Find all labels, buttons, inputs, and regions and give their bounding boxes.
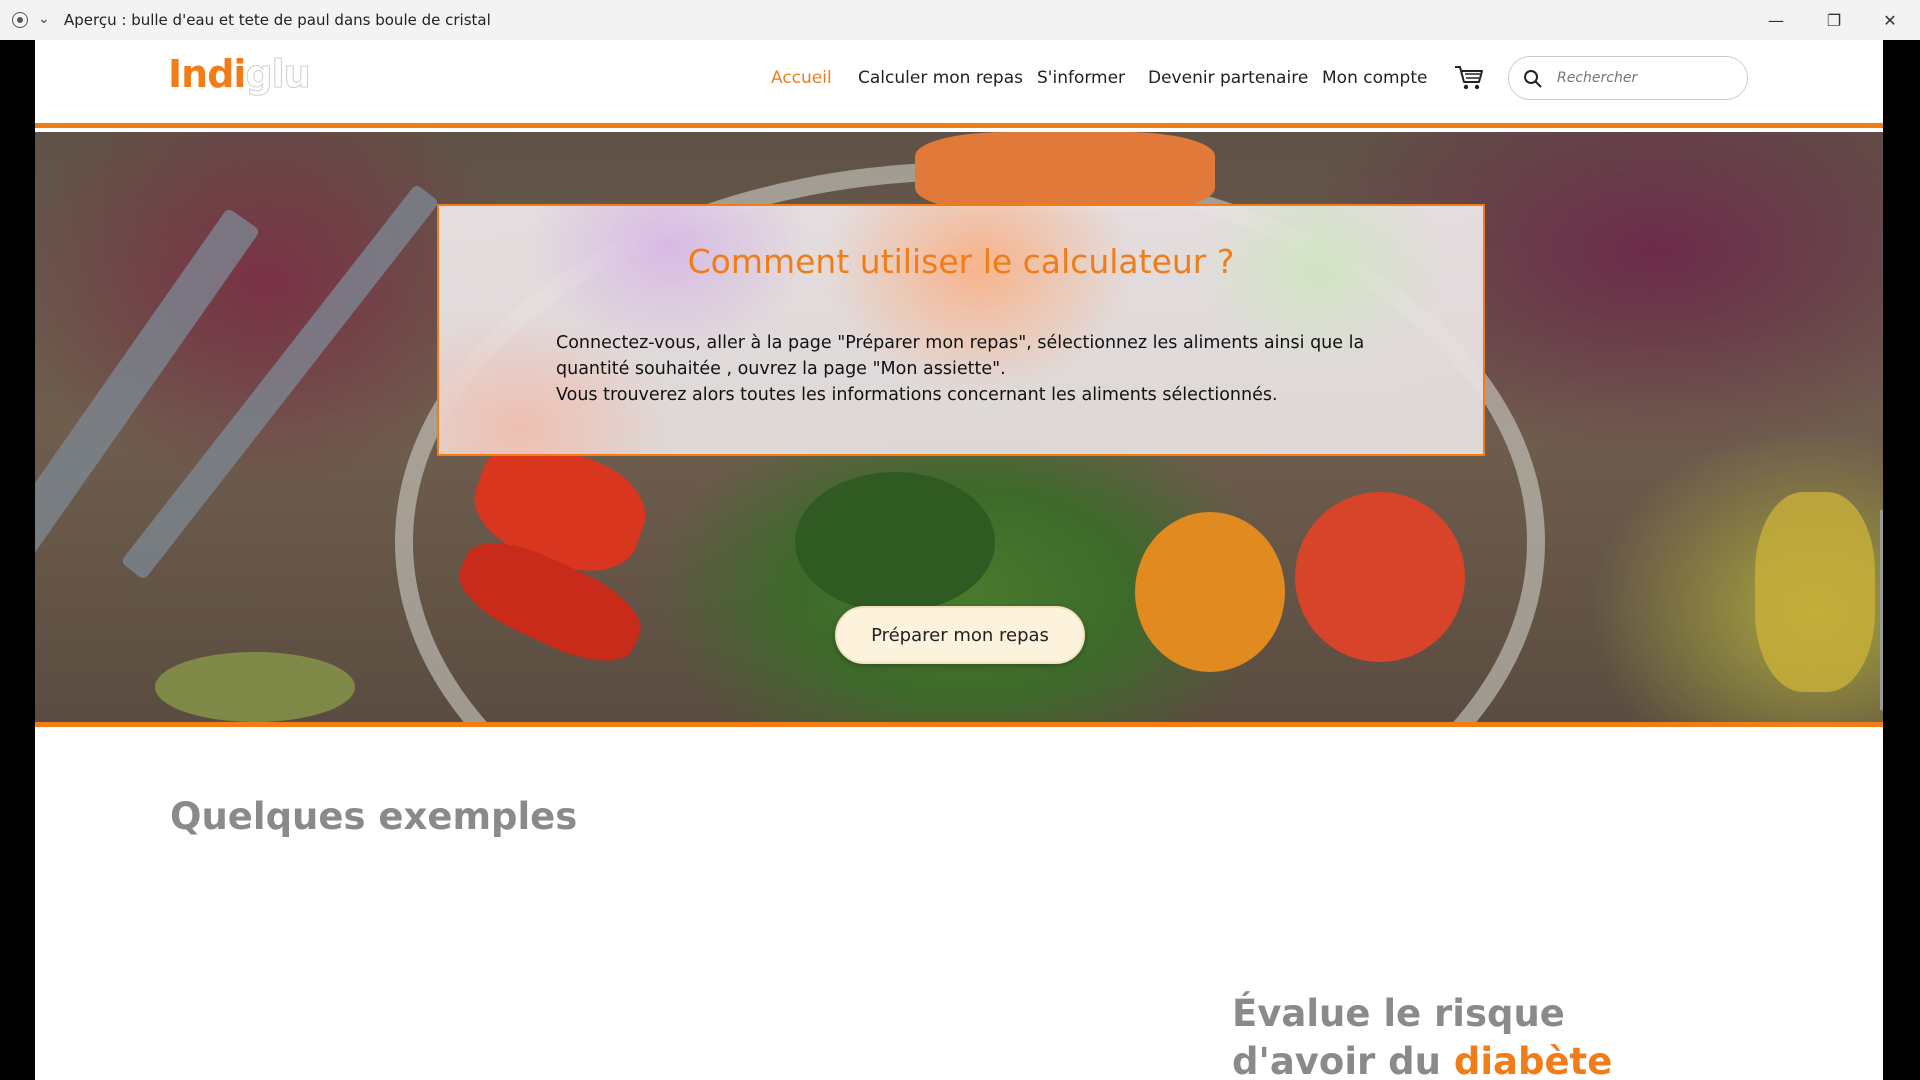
- risk-line-2-prefix: d'avoir du: [1232, 1040, 1454, 1080]
- risk-heading: Évalue le risque d'avoir du diabète: [1232, 990, 1612, 1080]
- restore-button[interactable]: ❐: [1806, 0, 1862, 40]
- site-logo[interactable]: Indiglu: [168, 52, 311, 97]
- search-box: [1508, 56, 1748, 100]
- preparer-mon-repas-button[interactable]: Préparer mon repas: [835, 606, 1085, 664]
- cart-icon[interactable]: [1453, 64, 1485, 92]
- examples-heading: Quelques exemples: [170, 795, 578, 838]
- carrot-image: [915, 132, 1215, 212]
- search-icon[interactable]: [1523, 69, 1543, 89]
- spinach-image: [795, 472, 995, 612]
- knife-image: [120, 183, 440, 581]
- nav-accueil[interactable]: Accueil: [771, 68, 832, 88]
- red-tomato-image: [1295, 492, 1465, 662]
- nav-mon-compte[interactable]: Mon compte: [1322, 68, 1427, 88]
- info-text: Connectez-vous, aller à la page "Prépare…: [556, 330, 1426, 408]
- nav-devenir-partenaire[interactable]: Devenir partenaire: [1148, 68, 1308, 88]
- close-button[interactable]: ✕: [1862, 0, 1918, 40]
- logo-part-2: glu: [245, 52, 311, 97]
- info-text-line-2: Vous trouverez alors toutes les informat…: [556, 385, 1278, 405]
- info-title: Comment utiliser le calculateur ?: [687, 242, 1235, 281]
- nav-calculer-mon-repas[interactable]: Calculer mon repas: [858, 68, 1023, 88]
- record-icon[interactable]: [12, 12, 28, 28]
- avocado-image: [155, 652, 355, 722]
- window-titlebar: ⌄ Aperçu : bulle d'eau et tete de paul d…: [0, 0, 1920, 40]
- minimize-button[interactable]: —: [1748, 0, 1804, 40]
- hero-banner: Comment utiliser le calculateur ? Connec…: [35, 132, 1883, 727]
- risk-line-1: Évalue le risque: [1232, 992, 1565, 1035]
- nav-s-informer[interactable]: S'informer: [1037, 68, 1125, 88]
- search-input[interactable]: [1557, 67, 1737, 89]
- page-scrollbar[interactable]: [1880, 510, 1883, 710]
- risk-line-2-highlight: diabète: [1453, 1040, 1613, 1080]
- oil-bottle-image: [1755, 492, 1875, 692]
- site-header: Indiglu Accueil Calculer mon repas S'inf…: [35, 40, 1883, 128]
- info-text-line-1: Connectez-vous, aller à la page "Prépare…: [556, 333, 1365, 379]
- info-box: Comment utiliser le calculateur ? Connec…: [437, 204, 1485, 456]
- chevron-down-icon[interactable]: ⌄: [38, 11, 50, 27]
- web-page: Indiglu Accueil Calculer mon repas S'inf…: [35, 40, 1883, 1080]
- window-title: Aperçu : bulle d'eau et tete de paul dan…: [64, 11, 491, 29]
- yellow-tomato-image: [1135, 512, 1285, 672]
- logo-part-1: Indi: [168, 52, 246, 96]
